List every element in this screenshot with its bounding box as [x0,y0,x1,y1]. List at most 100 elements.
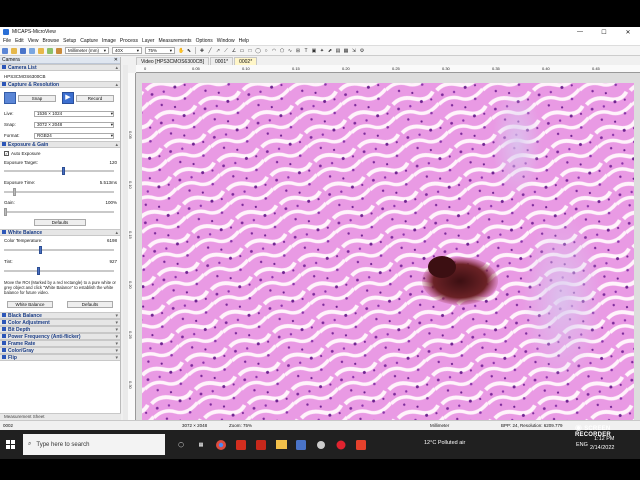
arc-tool-icon[interactable]: ◠ [271,48,277,54]
microscope-image[interactable] [142,83,634,430]
pdf-icon[interactable] [251,435,271,455]
menu-image[interactable]: Image [102,38,116,44]
browse-folder-icon[interactable] [38,47,44,54]
task-view-icon[interactable]: ◯ [171,435,191,455]
magnification-select[interactable]: 40X ▾ [112,47,142,54]
menu-help[interactable]: Help [239,38,249,44]
pointer-icon[interactable]: ⬉ [186,48,192,54]
menu-layer[interactable]: Layer [142,38,155,44]
apps-icon[interactable]: ▦ [191,435,211,455]
camera-list-section[interactable]: Camera List ▴ [0,64,120,71]
hand-icon[interactable]: ✋ [178,48,184,54]
color-adjustment-section[interactable]: Color Adjustment ▾ [0,319,120,326]
exposure-target-slider[interactable] [4,167,114,175]
menu-options[interactable]: Options [196,38,213,44]
new-icon[interactable] [2,47,8,54]
magic-tool-icon[interactable]: ✦ [319,48,325,54]
bit-depth-section[interactable]: Bit Depth ▾ [0,326,120,333]
polygon-tool-icon[interactable]: ⬠ [279,48,285,54]
color-gray-section[interactable]: Color/Gray ▾ [0,347,120,354]
black-balance-section[interactable]: Black Balance ▾ [0,312,120,319]
tab-0001[interactable]: 0001* [210,57,234,65]
scale-tool-icon[interactable]: ⊞ [295,48,301,54]
zoom-select[interactable]: 75% ▾ [145,47,175,54]
acrobat-icon[interactable] [231,435,251,455]
weather-status[interactable]: 12°C Polluted air [424,440,465,446]
menu-view[interactable]: View [28,38,39,44]
curve-tool-icon[interactable]: ∿ [287,48,293,54]
exposure-section[interactable]: Exposure & Gain ▴ [0,141,120,148]
exposure-defaults-button[interactable]: Defaults [34,219,86,226]
recorder-icon[interactable] [351,435,371,455]
record-button[interactable]: Record [76,94,114,102]
format-select[interactable]: RGB24 ▾ [34,132,114,139]
white-balance-button[interactable]: White Balance [7,301,53,308]
menu-measurements[interactable]: Measurements [158,38,191,44]
ruler-icon[interactable] [56,47,62,54]
open-folder-icon[interactable] [11,47,17,54]
microview-taskbar-icon[interactable] [291,435,311,455]
camera-app-icon[interactable] [311,435,331,455]
frame-rate-section[interactable]: Frame Rate ▾ [0,340,120,347]
menu-file[interactable]: File [3,38,11,44]
minimize-button[interactable]: — [568,29,592,35]
count-tool-icon[interactable]: ▣ [311,48,317,54]
menu-window[interactable]: Window [217,38,235,44]
ellipse-tool-icon[interactable]: ◯ [255,48,261,54]
point-tool-icon[interactable]: ✚ [199,48,205,54]
unit-select[interactable]: Millimeter (mm) ▾ [65,47,109,54]
menu-process[interactable]: Process [120,38,138,44]
arrow-tool-icon[interactable]: ↗ [215,48,221,54]
chrome-icon[interactable] [211,435,231,455]
explorer-icon[interactable] [271,435,291,455]
select-tool-icon[interactable]: ⬈ [327,48,333,54]
measurement-sheet-tab[interactable]: Measurement Sheet [0,413,121,420]
image-icon[interactable] [47,47,53,54]
line-tool-icon[interactable]: ╱ [207,48,213,54]
snap-button[interactable]: Snap [18,94,56,102]
save-icon[interactable] [20,47,26,54]
settings-tool-icon[interactable]: ⚙ [359,48,365,54]
live-resolution-select[interactable]: 1536 × 1024 ▾ [34,110,114,117]
record-play-icon[interactable]: ▶ [62,92,74,104]
taskbar-search[interactable]: ⌕ Type here to search [23,434,165,455]
auto-exposure-checkbox[interactable]: ✓ [4,150,9,156]
grid-tool-icon[interactable]: ▦ [343,48,349,54]
exposure-time-slider[interactable] [4,188,114,196]
menu-capture[interactable]: Capture [80,38,98,44]
wb-defaults-button[interactable]: Defaults [67,301,113,308]
polyline-tool-icon[interactable]: ⟋ [223,48,229,54]
menu-edit[interactable]: Edit [15,38,24,44]
screen-frame: MICAPS-MicroView — ☐ ✕ File Edit View Br… [0,0,640,480]
color-temp-slider[interactable] [4,246,114,254]
power-frequency-section[interactable]: Power Frequency (Anti-flicker) ▾ [0,333,120,340]
rect-tool-icon[interactable]: ▭ [239,48,245,54]
tint-slider[interactable] [4,267,114,275]
menu-browse[interactable]: Browse [42,38,59,44]
close-button[interactable]: ✕ [616,29,640,36]
opera-icon[interactable] [331,435,351,455]
snap-resolution-select[interactable]: 3072 × 2048 ▾ [34,121,114,128]
language-indicator[interactable]: ENG [576,442,588,448]
print-icon[interactable] [29,47,35,54]
angle-tool-icon[interactable]: ∠ [231,48,237,54]
square-tool-icon[interactable]: □ [247,48,253,54]
export-tool-icon[interactable]: ⇲ [351,48,357,54]
windows-start-icon[interactable] [0,440,20,449]
text-tool-icon[interactable]: T [303,48,309,54]
circle-tool-icon[interactable]: ○ [263,48,269,54]
tab-video[interactable]: Video [HPS3CMOS6300CB] [136,57,209,65]
tab-0002[interactable]: 0002* [234,57,258,65]
layer-tool-icon[interactable]: ▤ [335,48,341,54]
menu-setup[interactable]: Setup [63,38,76,44]
clock-date[interactable]: 2/14/2022 [590,445,614,451]
white-balance-section[interactable]: White Balance ▴ [0,229,120,236]
flip-section[interactable]: Flip ▾ [0,354,120,361]
camera-list-item[interactable]: HPS3CMOS6300CB [0,71,120,81]
ruler-top-label: 0 [144,66,147,71]
toolbar: Millimeter (mm) ▾ 40X ▾ 75% ▾ ✋ ⬉ ✚ ╱ ↗ ⟋ ∠… [0,46,640,56]
snap-camera-icon[interactable] [4,92,16,104]
gain-slider[interactable] [4,208,114,216]
capture-section[interactable]: Capture & Resolution ▴ [0,81,120,88]
maximize-button[interactable]: ☐ [592,29,616,36]
